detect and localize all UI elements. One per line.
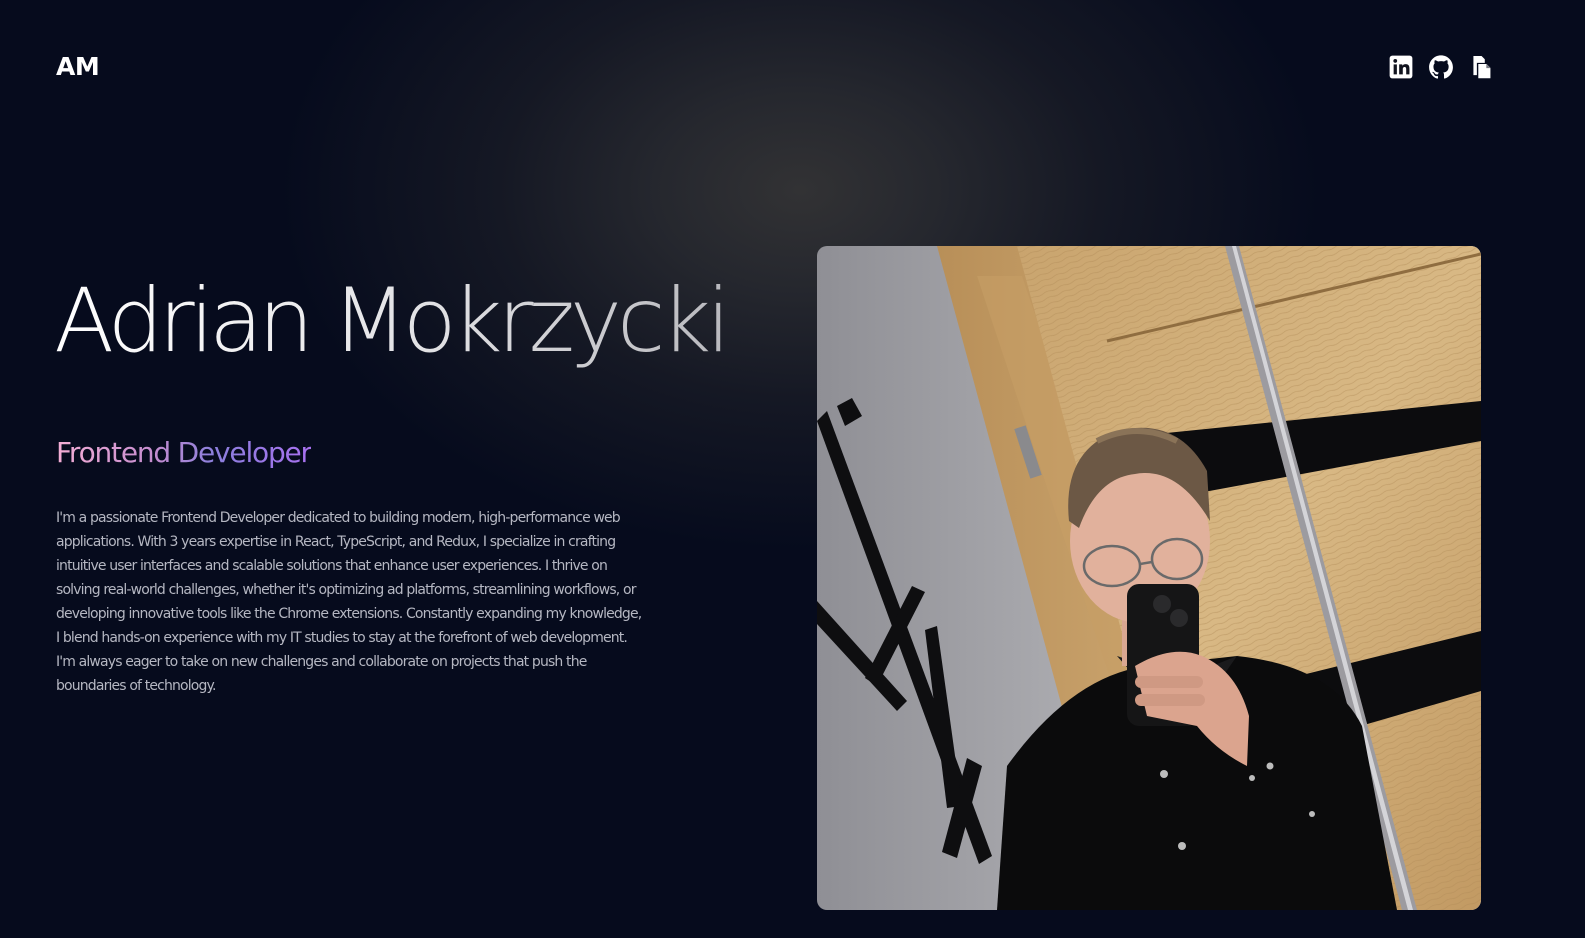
profile-photo — [817, 246, 1481, 910]
social-links — [1388, 54, 1494, 80]
github-link[interactable] — [1428, 54, 1454, 80]
hero-bio: I'm a passionate Frontend Developer dedi… — [56, 510, 642, 694]
resume-link[interactable] — [1468, 54, 1494, 80]
hero-name: Adrian Mokrzycki — [54, 269, 731, 372]
linkedin-icon — [1389, 55, 1413, 79]
logo[interactable]: AM — [56, 52, 100, 81]
profile-photo-illustration — [817, 246, 1481, 910]
hero-role: Frontend Developer — [56, 436, 312, 469]
resume-document-icon — [1473, 55, 1491, 79]
github-icon — [1429, 55, 1453, 79]
linkedin-link[interactable] — [1388, 54, 1414, 80]
